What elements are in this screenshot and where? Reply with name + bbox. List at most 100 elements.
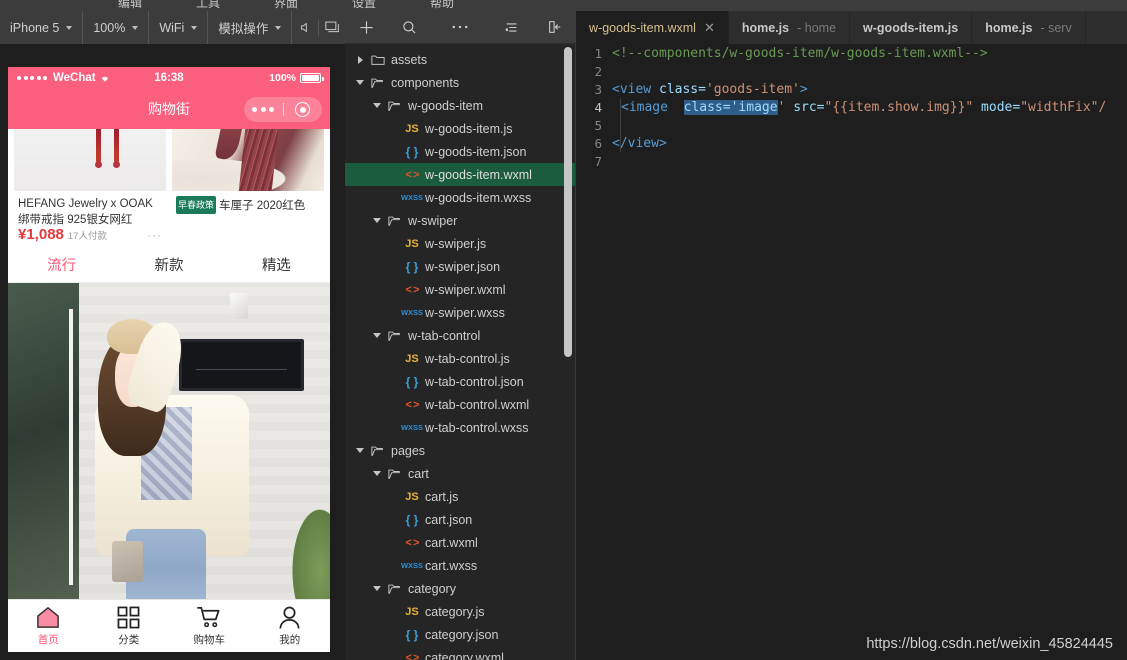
tree-file-row[interactable]: { } category.json — [345, 623, 576, 646]
tree-file-row[interactable]: JS w-goods-item.js — [345, 117, 576, 140]
tree-item-label: category.js — [425, 604, 485, 619]
editor-tab[interactable]: home.js - home — [729, 11, 851, 44]
tree-file-row[interactable]: JS w-swiper.js — [345, 232, 576, 255]
chevron-down-icon — [373, 103, 381, 108]
wxml-file-icon: < > — [405, 536, 420, 549]
network-selector[interactable]: WiFi — [149, 11, 209, 44]
code-attr: class= — [658, 81, 706, 97]
tree-folder-row[interactable]: category — [345, 577, 576, 600]
code-string: "widthFix"/ — [1020, 99, 1107, 115]
outline-icon[interactable] — [491, 11, 534, 44]
code-tag-close: > — [799, 81, 808, 97]
tree-twisty[interactable] — [372, 586, 382, 591]
tabbar-item-cart[interactable]: 购物车 — [169, 600, 250, 652]
close-icon[interactable]: ✕ — [704, 21, 715, 34]
editor-tab[interactable]: w-goods-item.js — [850, 11, 973, 44]
tab-control-item-popular[interactable]: 流行 — [8, 254, 115, 275]
tree-folder-row[interactable]: w-swiper — [345, 209, 576, 232]
ellipsis-icon[interactable] — [430, 11, 490, 44]
tree-file-row[interactable]: { } w-goods-item.json — [345, 140, 576, 163]
tree-file-row[interactable]: < > w-goods-item.wxml — [345, 163, 576, 186]
plus-icon[interactable] — [345, 11, 388, 44]
goods-grid: HEFANG Jewelry x OOAK 绑带戒指 925银女网红 ¥1,08… — [8, 129, 330, 247]
zoom-selector-label: 100% — [93, 20, 126, 35]
tab-control-item-selected[interactable]: 精选 — [223, 254, 330, 275]
target-icon[interactable] — [284, 102, 323, 117]
tab-control-item-new[interactable]: 新款 — [115, 254, 222, 275]
chevron-down-icon — [356, 80, 364, 85]
tree-file-row[interactable]: WXSS w-goods-item.wxss — [345, 186, 576, 209]
editor-tabstrip[interactable]: w-goods-item.wxml ✕ home.js - home w-goods-i… — [576, 11, 1127, 44]
folder-icon — [370, 445, 386, 457]
menu-item-ui[interactable]: 界面 — [274, 0, 298, 11]
explorer-scrollbar[interactable] — [564, 47, 572, 357]
code-line: 1 <!--components/w-goods-item/w-goods-it… — [576, 44, 1127, 62]
more-dots-icon[interactable] — [244, 107, 283, 112]
wxml-file-icon: < > — [405, 651, 420, 660]
menu-item-tools[interactable]: 工具 — [196, 0, 220, 11]
menu-item-edit[interactable]: 编辑 — [118, 0, 142, 11]
tree-twisty[interactable] — [355, 80, 365, 85]
tree-file-row[interactable]: JS w-tab-control.js — [345, 347, 576, 370]
goods-card[interactable]: HEFANG Jewelry x OOAK 绑带戒指 925银女网红 ¥1,08… — [14, 129, 166, 247]
screen-icon[interactable] — [319, 11, 345, 44]
tree-file-row[interactable]: WXSS w-tab-control.wxss — [345, 416, 576, 439]
tabbar-item-home[interactable]: 首页 — [8, 600, 89, 652]
speaker-icon[interactable] — [292, 11, 318, 44]
tabbar-item-profile[interactable]: 我的 — [250, 600, 331, 652]
simulate-actions-selector[interactable]: 模拟操作 — [208, 11, 293, 44]
tabbar-label-category: 分类 — [118, 634, 140, 646]
wechat-capsule[interactable] — [244, 97, 322, 122]
editor-tab[interactable]: w-goods-item.wxml ✕ — [576, 11, 729, 44]
tree-twisty[interactable] — [372, 218, 382, 223]
tree-file-row[interactable]: < > category.wxml — [345, 646, 576, 660]
tree-file-row[interactable]: JS cart.js — [345, 485, 576, 508]
folder-icon — [387, 330, 403, 342]
tree-folder-row[interactable]: w-tab-control — [345, 324, 576, 347]
tree-folder-row[interactable]: components — [345, 71, 576, 94]
tree-file-row[interactable]: { } w-swiper.json — [345, 255, 576, 278]
tabbar-item-category[interactable]: 分类 — [89, 600, 170, 652]
tree-file-row[interactable]: { } w-tab-control.json — [345, 370, 576, 393]
tree-file-row[interactable]: WXSS cart.wxss — [345, 554, 576, 577]
search-icon[interactable] — [388, 11, 431, 44]
tree-twisty[interactable] — [372, 103, 382, 108]
zoom-selector[interactable]: 100% — [83, 11, 150, 44]
tree-folder-row[interactable]: w-goods-item — [345, 94, 576, 117]
device-selector[interactable]: iPhone 5 — [0, 11, 84, 44]
menu-item-settings[interactable]: 设置 — [352, 0, 376, 11]
cart-icon — [196, 605, 222, 629]
tree-folder-row[interactable]: cart — [345, 462, 576, 485]
code-attr: mode= — [973, 99, 1021, 115]
goods-more-icon[interactable]: ··· — [147, 228, 162, 242]
code-area[interactable]: 1 <!--components/w-goods-item/w-goods-it… — [576, 44, 1127, 660]
tree-twisty[interactable] — [372, 471, 382, 476]
menu-item-help[interactable]: 帮助 — [430, 0, 454, 11]
file-tree[interactable]: assets components w-goods-item JS w-goods-it… — [345, 44, 576, 660]
tree-item-label: w-tab-control.wxml — [425, 397, 530, 412]
tree-file-row[interactable]: { } cart.json — [345, 508, 576, 531]
tree-item-label: w-goods-item.wxml — [425, 167, 532, 182]
grid-icon — [117, 605, 140, 629]
tree-item-label: w-tab-control — [408, 328, 481, 343]
tree-file-row[interactable]: < > w-tab-control.wxml — [345, 393, 576, 416]
code-selection[interactable]: class='image — [683, 99, 778, 115]
editor-tab[interactable]: home.js - serv — [972, 11, 1086, 44]
tree-twisty[interactable] — [355, 448, 365, 453]
phone-simulator[interactable]: WeChat 16:38 100% 购物街 HEFANG Jewelry x O… — [8, 67, 330, 652]
goods-card[interactable]: 早春政策 车厘子 2020红色 — [172, 129, 324, 247]
tree-twisty[interactable] — [372, 333, 382, 338]
tree-folder-row[interactable]: assets — [345, 48, 576, 71]
tree-folder-row[interactable]: pages — [345, 439, 576, 462]
tree-file-row[interactable]: JS category.js — [345, 600, 576, 623]
collapse-icon[interactable] — [533, 11, 576, 44]
tabbar-label-cart: 购物车 — [193, 634, 226, 646]
phone-nav-title: 购物街 — [148, 101, 190, 117]
tree-file-row[interactable]: < > cart.wxml — [345, 531, 576, 554]
wxml-file-icon: < > — [405, 398, 420, 411]
tree-file-row[interactable]: < > w-swiper.wxml — [345, 278, 576, 301]
tree-file-row[interactable]: WXSS w-swiper.wxss — [345, 301, 576, 324]
code-line: 2 — [576, 62, 1127, 80]
hero-product-image[interactable] — [8, 283, 330, 611]
tree-twisty[interactable] — [355, 55, 365, 64]
